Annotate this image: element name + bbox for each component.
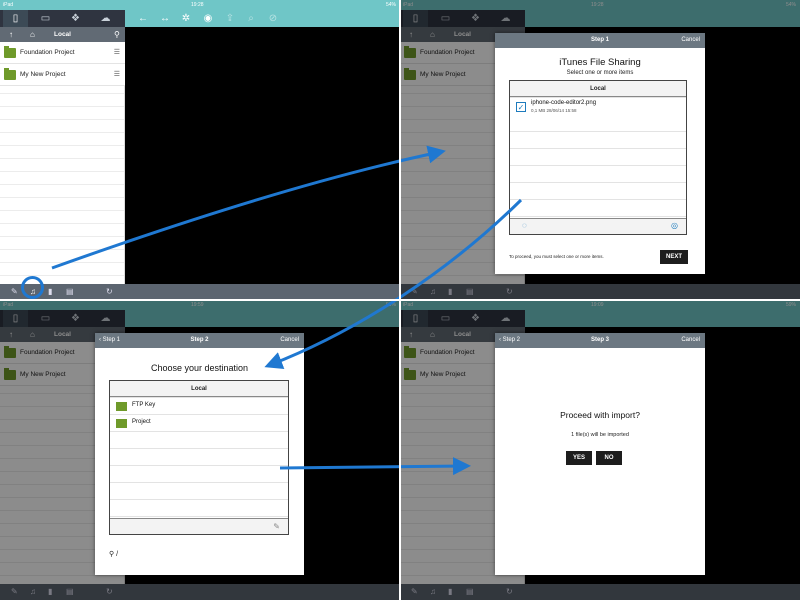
source-tabs: ▯ ▭ ❖ ☁ — [0, 10, 125, 27]
folder-icon — [4, 68, 16, 80]
dialog-header: ‹ Step 1 Step 2 Cancel — [95, 333, 304, 348]
destination-list-box: Local FTP Key Project ✎ — [109, 380, 289, 535]
sidebar-navbar: ↑ ⌂ Local ⚲ — [0, 27, 125, 42]
dialog-title: Choose your destination — [150, 363, 249, 373]
step-label: Step 3 — [590, 337, 609, 343]
list-header: Local — [510, 81, 686, 97]
file-meta: 0,1 MB 28/06/14 15:58 — [531, 108, 577, 113]
destination-dialog: ‹ Step 1 Step 2 Cancel Choose your desti… — [95, 333, 304, 575]
cloud-icon[interactable]: ☁ — [93, 10, 118, 27]
menu-icon[interactable]: ☰ — [114, 64, 120, 86]
step-label: Step 1 — [590, 37, 609, 43]
sidebar-title: Local — [54, 31, 71, 38]
monitor-icon[interactable]: ▭ — [33, 10, 58, 27]
location-pin-icon: ⚲ — [109, 551, 115, 558]
highlight-circle — [21, 276, 44, 299]
proceed-hint: To proceed, you must select one or more … — [509, 254, 604, 259]
file-list-box: Local ✓ iphone-code-editor2.png 0,1 MB 2… — [509, 80, 687, 235]
no-button[interactable]: NO — [596, 451, 622, 465]
list-item[interactable]: FTP Key — [110, 398, 288, 414]
dialog-subtitle: Select one or more items — [566, 70, 634, 76]
clear-icon[interactable]: ⊘ — [264, 10, 282, 27]
battery-label: 54% — [385, 2, 396, 8]
file-list: Foundation Project ☰ My New Project ☰ — [0, 42, 125, 284]
back-arrow-icon[interactable]: ← — [134, 10, 152, 27]
phone-icon[interactable]: ▯ — [3, 10, 28, 27]
screen-step-0: iPad 19:28 54% ← ↔ ✲ ◉ ⇪ ⌕ ⊘ ▯ ▭ ❖ ☁ ↑ ⌂… — [0, 0, 400, 300]
checkbox-checked[interactable]: ✓ — [516, 102, 526, 112]
dropbox-icon[interactable]: ❖ — [63, 10, 88, 27]
list-item-label: My New Project — [20, 71, 66, 78]
dialog-header: Step 1 Cancel — [495, 33, 705, 48]
path-indicator: ⚲ / — [109, 550, 118, 558]
list-item[interactable]: Foundation Project ☰ — [0, 42, 125, 64]
itunes-sharing-dialog: Step 1 Cancel iTunes File Sharing Select… — [495, 33, 705, 274]
list-item[interactable]: ✓ iphone-code-editor2.png 0,1 MB 28/06/1… — [510, 98, 686, 116]
select-all-icon[interactable]: ◌ — [522, 221, 527, 230]
list-item-label: FTP Key — [132, 402, 156, 408]
cancel-button[interactable]: Cancel — [280, 333, 299, 348]
confirm-detail: 1 file(s) will be imported — [571, 432, 629, 438]
confirm-import-dialog: ‹ Step 2 Step 3 Cancel Proceed with impo… — [495, 333, 705, 575]
location-pin-icon[interactable]: ⚲ — [114, 27, 120, 42]
settings-circle-icon[interactable]: ◎ — [671, 221, 678, 230]
screen-step-1: iPad 19:28 54% ▯ ▭ ❖ ☁ ↑ ⌂ Local Foundat… — [400, 0, 800, 300]
path-label: / — [116, 551, 119, 558]
screen-step-2: iPad 19:59 59% ▯ ▭ ❖ ☁ ↑ ⌂ Local Foundat… — [0, 300, 400, 600]
folder-icon — [4, 46, 16, 58]
edit-icon[interactable]: ✎ — [11, 284, 18, 300]
cancel-button[interactable]: Cancel — [681, 33, 700, 48]
time-label: 19:28 — [191, 2, 204, 8]
list-item[interactable]: My New Project ☰ — [0, 64, 125, 86]
list-item-label: Foundation Project — [20, 49, 75, 56]
list-header: Local — [110, 381, 288, 397]
tutorial-composite: iPad 19:28 54% ← ↔ ✲ ◉ ⇪ ⌕ ⊘ ▯ ▭ ❖ ☁ ↑ ⌂… — [0, 0, 800, 600]
menu-icon[interactable]: ☰ — [114, 42, 120, 64]
list-footer: ◌ ◎ — [510, 218, 686, 234]
confirm-question: Proceed with import? — [560, 410, 640, 420]
folder-icon — [116, 419, 127, 428]
dialog-title: iTunes File Sharing — [559, 57, 641, 68]
eye-icon[interactable]: ◉ — [199, 10, 217, 27]
edit-icon[interactable]: ✎ — [273, 522, 280, 531]
step-label: Step 2 — [190, 337, 209, 343]
screen-step-3: iPad 19:09 59% ▯ ▭ ❖ ☁ ↑ ⌂ Local Foundat… — [400, 300, 800, 600]
cancel-button[interactable]: Cancel — [681, 333, 700, 348]
yes-button[interactable]: YES — [566, 451, 592, 465]
list-item[interactable]: Project — [110, 415, 288, 431]
dialog-header: ‹ Step 2 Step 3 Cancel — [495, 333, 705, 348]
list-footer: ✎ — [110, 518, 288, 534]
bottom-toolbar: ✎ ♫ ▮ ▤ ↻ — [0, 284, 400, 300]
folder-icon — [116, 402, 127, 411]
file-name: iphone-code-editor2.png — [531, 100, 597, 106]
book-icon[interactable]: ▮ — [48, 284, 52, 300]
list-item-label: Project — [132, 419, 151, 425]
search-icon[interactable]: ⌕ — [242, 10, 260, 27]
next-button[interactable]: NEXT — [660, 250, 688, 264]
refresh-icon[interactable]: ↻ — [106, 284, 113, 300]
divider-horizontal — [0, 299, 800, 301]
device-label: iPad — [3, 2, 14, 8]
gear-icon[interactable]: ✲ — [177, 10, 195, 27]
browser-icon[interactable]: ▤ — [66, 284, 74, 300]
status-bar: iPad 19:28 54% — [0, 0, 400, 10]
swap-icon[interactable]: ↔ — [156, 10, 174, 27]
share-icon[interactable]: ⇪ — [221, 10, 239, 27]
